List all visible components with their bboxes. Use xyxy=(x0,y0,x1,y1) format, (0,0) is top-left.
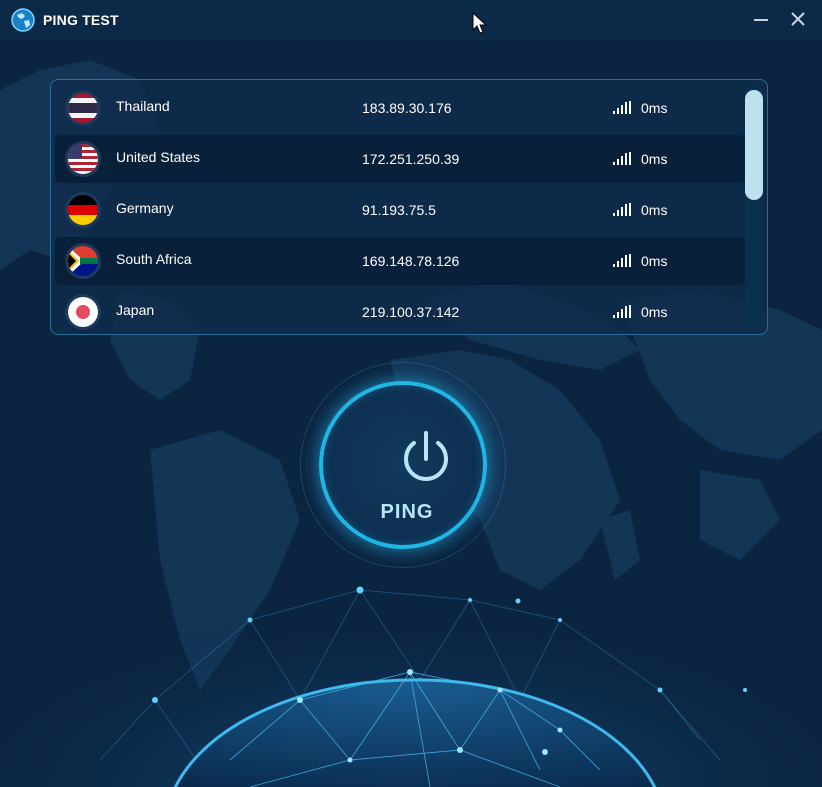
signal-strength-icon xyxy=(613,101,631,114)
thailand-flag-icon xyxy=(65,90,101,126)
close-icon xyxy=(791,12,805,26)
country-name: Japan xyxy=(116,302,155,318)
country-name: Thailand xyxy=(116,98,170,114)
ping-value: 0ms xyxy=(641,151,668,167)
signal-strength-icon xyxy=(613,305,631,318)
ping-button-label: PING xyxy=(380,501,434,523)
globe-logo-icon xyxy=(11,8,35,32)
signal-strength-icon xyxy=(613,254,631,267)
server-row-south-africa[interactable]: South Africa 169.148.78.126 0ms xyxy=(55,237,745,285)
ping-value: 0ms xyxy=(641,304,668,320)
close-button[interactable] xyxy=(785,8,811,32)
server-ip: 219.100.37.142 xyxy=(362,304,460,320)
south-africa-flag-icon xyxy=(65,243,101,279)
title-bar: PING TEST xyxy=(0,0,822,40)
server-row-united-states[interactable]: United States 172.251.250.39 0ms xyxy=(55,135,745,183)
us-flag-icon xyxy=(65,141,101,177)
scrollbar-track[interactable] xyxy=(745,86,763,328)
country-name: Germany xyxy=(116,200,174,216)
ping-value: 0ms xyxy=(641,253,668,269)
country-name: United States xyxy=(116,149,201,165)
power-icon xyxy=(404,431,448,481)
ping-button-ring: PING xyxy=(319,381,487,549)
scrollbar-thumb[interactable] xyxy=(745,90,763,200)
server-ip: 91.193.75.5 xyxy=(362,202,436,218)
server-row-thailand[interactable]: Thailand 183.89.30.176 0ms xyxy=(55,84,745,132)
germany-flag-icon xyxy=(65,192,101,228)
ping-value: 0ms xyxy=(641,100,668,116)
server-list-panel: Thailand 183.89.30.176 0ms United States… xyxy=(50,79,768,335)
signal-strength-icon xyxy=(613,152,631,165)
server-row-germany[interactable]: Germany 91.193.75.5 0ms xyxy=(55,186,745,234)
minimize-button[interactable] xyxy=(748,8,774,32)
country-name: South Africa xyxy=(116,251,192,267)
mouse-cursor-icon xyxy=(472,12,488,34)
app-title: PING TEST xyxy=(43,12,119,28)
server-ip: 172.251.250.39 xyxy=(362,151,460,167)
japan-flag-icon xyxy=(65,294,101,330)
server-ip: 183.89.30.176 xyxy=(362,100,452,116)
signal-strength-icon xyxy=(613,203,631,216)
minimize-icon xyxy=(754,19,768,21)
server-row-japan[interactable]: Japan 219.100.37.142 0ms xyxy=(55,288,745,334)
ping-button[interactable]: PING xyxy=(300,362,506,568)
ping-value: 0ms xyxy=(641,202,668,218)
server-ip: 169.148.78.126 xyxy=(362,253,460,269)
